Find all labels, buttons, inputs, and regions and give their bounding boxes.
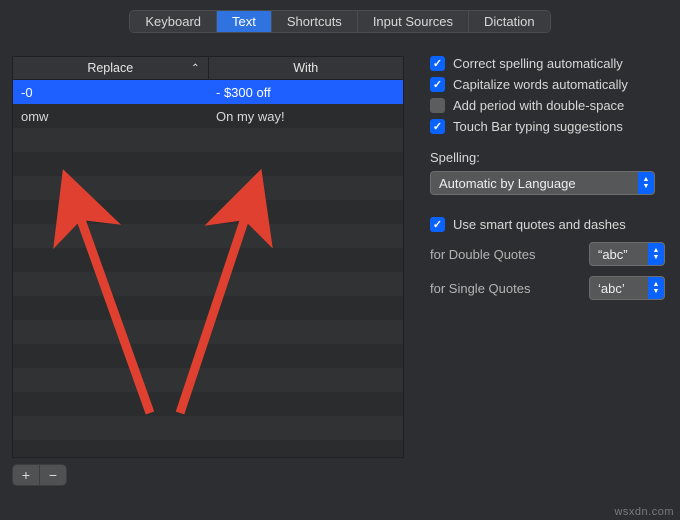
check-smart-quotes[interactable]: ✓ Use smart quotes and dashes <box>430 217 665 232</box>
tab-shortcuts[interactable]: Shortcuts <box>272 11 358 32</box>
sort-indicator-icon: ⌃ <box>191 63 199 74</box>
single-quotes-value: ‘abc’ <box>598 281 648 296</box>
table-row-empty[interactable] <box>13 128 403 152</box>
check-double-space[interactable]: ✓ Add period with double-space <box>430 98 665 113</box>
checkbox-icon: ✓ <box>430 56 445 71</box>
options-pane: ✓ Correct spelling automatically ✓ Capit… <box>430 56 665 300</box>
single-quotes-label: for Single Quotes <box>430 281 579 296</box>
table-row[interactable]: omwOn my way! <box>13 104 403 128</box>
cell-replace[interactable]: omw <box>13 109 208 124</box>
col-with-label: With <box>293 61 318 75</box>
cell-replace[interactable]: -0 <box>13 85 208 100</box>
check-label: Use smart quotes and dashes <box>453 217 626 232</box>
table-row-empty[interactable] <box>13 272 403 296</box>
check-touch-bar[interactable]: ✓ Touch Bar typing suggestions <box>430 119 665 134</box>
cell-with[interactable]: - $300 off <box>208 85 403 100</box>
col-with[interactable]: With <box>209 57 404 79</box>
table-row-empty[interactable] <box>13 392 403 416</box>
table-header: Replace ⌃ With <box>13 57 403 80</box>
spelling-label: Spelling: <box>430 150 665 165</box>
check-label: Correct spelling automatically <box>453 56 623 71</box>
table-row[interactable]: -0- $300 off <box>13 80 403 104</box>
table-body: -0- $300 offomwOn my way! <box>13 80 403 458</box>
chevron-up-down-icon: ▲▼ <box>648 277 664 299</box>
chevron-up-down-icon: ▲▼ <box>638 172 654 194</box>
checkbox-icon: ✓ <box>430 77 445 92</box>
chevron-up-down-icon: ▲▼ <box>648 243 664 265</box>
table-row-empty[interactable] <box>13 416 403 440</box>
table-row-empty[interactable] <box>13 248 403 272</box>
add-button[interactable]: + <box>12 464 40 486</box>
pref-tabs: Keyboard Text Shortcuts Input Sources Di… <box>129 10 550 33</box>
col-replace-label: Replace <box>87 61 133 75</box>
table-row-empty[interactable] <box>13 152 403 176</box>
check-capitalize-words[interactable]: ✓ Capitalize words automatically <box>430 77 665 92</box>
remove-button[interactable]: − <box>40 464 67 486</box>
spelling-value: Automatic by Language <box>439 176 638 191</box>
checkbox-icon: ✓ <box>430 119 445 134</box>
tab-input-sources[interactable]: Input Sources <box>358 11 469 32</box>
cell-with[interactable]: On my way! <box>208 109 403 124</box>
table-row-empty[interactable] <box>13 296 403 320</box>
table-row-empty[interactable] <box>13 368 403 392</box>
checkbox-icon: ✓ <box>430 98 445 113</box>
watermark: wsxdn.com <box>614 506 674 518</box>
pref-tabbar: Keyboard Text Shortcuts Input Sources Di… <box>0 10 680 33</box>
col-replace[interactable]: Replace ⌃ <box>13 57 209 79</box>
check-label: Capitalize words automatically <box>453 77 628 92</box>
double-quotes-value: “abc” <box>598 247 648 262</box>
table-footer-buttons: + − <box>12 464 67 486</box>
check-label: Add period with double-space <box>453 98 624 113</box>
table-row-empty[interactable] <box>13 320 403 344</box>
single-quotes-popup[interactable]: ‘abc’ ▲▼ <box>589 276 665 300</box>
table-row-empty[interactable] <box>13 200 403 224</box>
table-row-empty[interactable] <box>13 344 403 368</box>
double-quotes-label: for Double Quotes <box>430 247 579 262</box>
double-quotes-row: for Double Quotes “abc” ▲▼ <box>430 242 665 266</box>
table-row-empty[interactable] <box>13 224 403 248</box>
tab-dictation[interactable]: Dictation <box>469 11 550 32</box>
check-correct-spelling[interactable]: ✓ Correct spelling automatically <box>430 56 665 71</box>
tab-keyboard[interactable]: Keyboard <box>130 11 217 32</box>
replacements-table[interactable]: Replace ⌃ With -0- $300 offomwOn my way! <box>12 56 404 458</box>
check-label: Touch Bar typing suggestions <box>453 119 623 134</box>
double-quotes-popup[interactable]: “abc” ▲▼ <box>589 242 665 266</box>
spelling-popup[interactable]: Automatic by Language ▲▼ <box>430 171 655 195</box>
tab-text[interactable]: Text <box>217 11 272 32</box>
table-row-empty[interactable] <box>13 176 403 200</box>
single-quotes-row: for Single Quotes ‘abc’ ▲▼ <box>430 276 665 300</box>
checkbox-icon: ✓ <box>430 217 445 232</box>
